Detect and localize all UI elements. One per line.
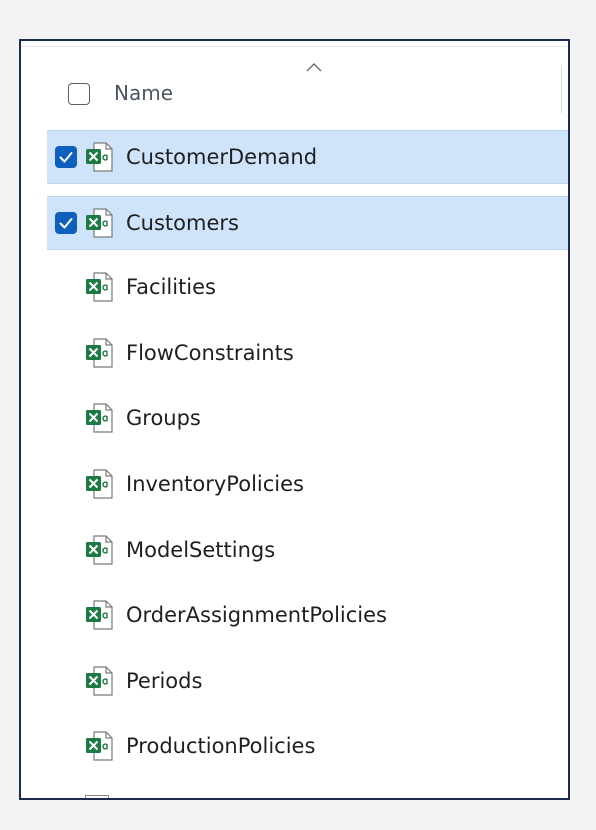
file-row[interactable]: Facilities [47,261,568,315]
excel-file-icon [86,272,113,302]
excel-file-icon [86,403,113,433]
file-name: ProductionPolicies [126,734,316,759]
file-row[interactable]: ProductionPolicies [47,720,568,774]
select-all-checkbox[interactable] [68,83,90,105]
file-name: OrderAssignmentPolicies [126,603,387,628]
file-row[interactable]: Groups [47,392,568,446]
file-name: Facilities [126,275,216,300]
file-row[interactable]: FlowConstraints [47,327,568,381]
checkmark-icon [59,152,73,163]
file-name: InventoryPolicies [126,472,304,496]
column-header: Name [21,55,568,119]
excel-file-icon [86,731,113,761]
file-name: Periods [126,668,203,693]
file-row[interactable]: ModelSettings [47,524,568,578]
excel-file-icon [86,338,113,368]
excel-file-icon [86,469,113,499]
file-row[interactable]: Periods [47,655,568,709]
row-checkbox[interactable] [55,146,77,168]
excel-file-icon [86,534,113,565]
file-row[interactable]: OrderAssignmentPolicies [47,589,568,643]
checkmark-icon [59,217,73,229]
file-explorer-pane: Name CustomerDemand Customers Facilities… [19,39,570,800]
excel-file-icon [86,142,113,172]
file-name: FlowConstraints [126,340,294,365]
toolbar-divider [21,46,568,47]
excel-file-icon [85,795,109,798]
file-name: Groups [126,406,201,431]
file-row[interactable]: InventoryPolicies [47,458,568,512]
file-name: ModelSettings [126,537,276,562]
file-name: CustomerDemand [126,145,318,169]
sort-ascending-icon[interactable] [306,61,322,73]
excel-file-icon [86,207,113,238]
file-row[interactable]: CustomerDemand [47,130,568,184]
excel-file-icon [86,666,113,696]
excel-file-icon [86,600,113,630]
column-resize-handle[interactable] [561,65,562,113]
file-row[interactable]: Customers [47,195,568,250]
name-column-header[interactable]: Name [114,81,173,105]
file-name: Customers [126,210,239,235]
row-checkbox[interactable] [55,211,77,234]
